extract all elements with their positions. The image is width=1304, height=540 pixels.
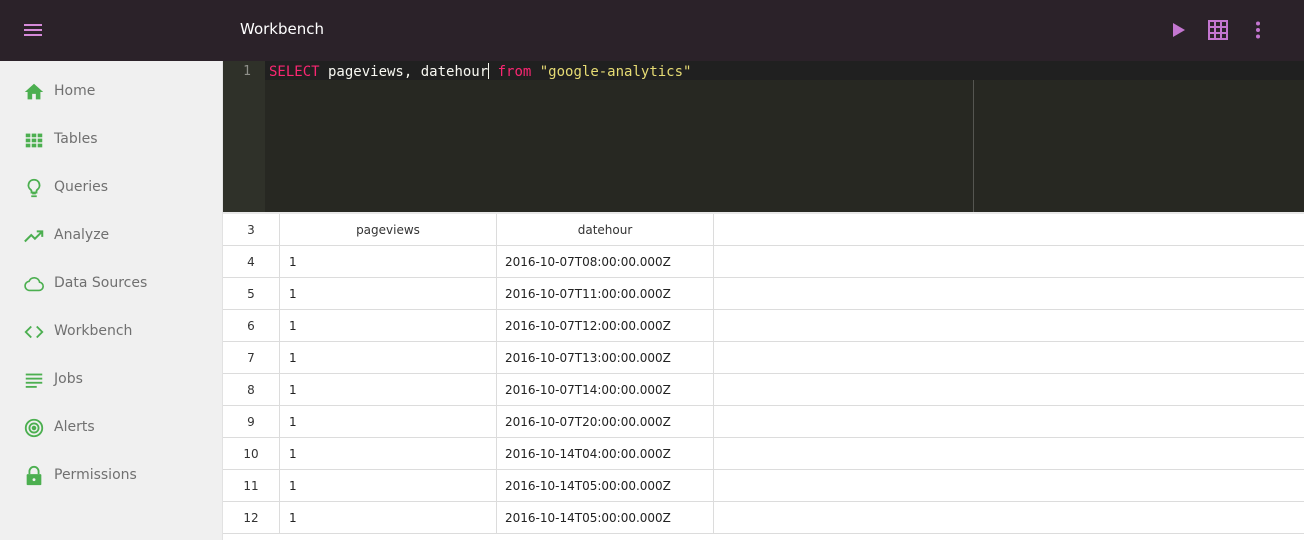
results-grid: 3 pageviews datehour 4 1 2016-10-07T08:0…: [223, 212, 1304, 540]
row-number: 3: [223, 214, 280, 246]
table-grid-icon[interactable]: [1204, 16, 1232, 44]
page-title: Workbench: [240, 20, 324, 38]
sidebar-item-home[interactable]: Home: [0, 68, 223, 116]
cell-datehour[interactable]: 2016-10-14T04:00:00.000Z: [497, 438, 714, 470]
cell-datehour[interactable]: 2016-10-07T14:00:00.000Z: [497, 374, 714, 406]
table-row[interactable]: 4 1 2016-10-07T08:00:00.000Z: [223, 246, 1304, 278]
identifier-token: pageviews, datehour: [319, 64, 489, 80]
row-number: 9: [223, 406, 280, 438]
column-header-pageviews[interactable]: pageviews: [280, 214, 497, 246]
table-row[interactable]: 11 1 2016-10-14T05:00:00.000Z: [223, 470, 1304, 502]
column-header-datehour[interactable]: datehour: [497, 214, 714, 246]
sidebar-item-analyze[interactable]: Analyze: [0, 212, 223, 260]
grid-icon: [25, 133, 43, 148]
sidebar-item-tables[interactable]: Tables: [0, 116, 223, 164]
row-number: 11: [223, 470, 280, 502]
cell-datehour[interactable]: 2016-10-07T13:00:00.000Z: [497, 342, 714, 374]
cell-pageviews[interactable]: 1: [280, 502, 497, 534]
play-icon[interactable]: [1165, 16, 1193, 44]
cell-pageviews[interactable]: 1: [280, 374, 497, 406]
list-icon: [25, 373, 43, 388]
sidebar-item-queries[interactable]: Queries: [0, 164, 223, 212]
cell-pageviews[interactable]: 1: [280, 342, 497, 374]
more-vert-icon[interactable]: [1244, 16, 1272, 44]
hamburger-menu-icon[interactable]: [22, 19, 46, 41]
table-row[interactable]: 5 1 2016-10-07T11:00:00.000Z: [223, 278, 1304, 310]
row-number: 12: [223, 502, 280, 534]
row-number: 5: [223, 278, 280, 310]
cell-pageviews[interactable]: 1: [280, 438, 497, 470]
string-token: "google-analytics": [539, 64, 692, 80]
cell-datehour[interactable]: 2016-10-07T12:00:00.000Z: [497, 310, 714, 342]
sidebar-item-permissions[interactable]: Permissions: [0, 452, 223, 500]
sidebar-item-data-sources[interactable]: Data Sources: [0, 260, 223, 308]
sidebar-item-workbench[interactable]: Workbench: [0, 308, 223, 356]
lock-icon: [26, 465, 42, 486]
sidebar-item-alerts[interactable]: Alerts: [0, 404, 223, 452]
cell-pageviews[interactable]: 1: [280, 310, 497, 342]
sidebar-item-label: Analyze: [54, 227, 110, 243]
cell-datehour[interactable]: 2016-10-07T08:00:00.000Z: [497, 246, 714, 278]
sidebar-item-label: Jobs: [54, 371, 83, 387]
grid-header-row: 3 pageviews datehour: [223, 214, 1304, 246]
table-row[interactable]: 12 1 2016-10-14T05:00:00.000Z: [223, 502, 1304, 534]
sidebar-item-label: Home: [54, 83, 96, 99]
line-number: 1: [243, 64, 251, 79]
trending-up-icon: [24, 230, 44, 243]
table-row[interactable]: 8 1 2016-10-07T14:00:00.000Z: [223, 374, 1304, 406]
table-row[interactable]: 7 1 2016-10-07T13:00:00.000Z: [223, 342, 1304, 374]
home-icon: [24, 83, 44, 100]
cell-pageviews[interactable]: 1: [280, 470, 497, 502]
cell-datehour[interactable]: 2016-10-07T20:00:00.000Z: [497, 406, 714, 438]
cell-datehour[interactable]: 2016-10-14T05:00:00.000Z: [497, 502, 714, 534]
editor-gutter: 1: [223, 61, 265, 212]
sidebar-item-label: Workbench: [54, 323, 133, 339]
sidebar: Home Tables Queries Analyze Data Sources…: [0, 61, 223, 540]
cell-datehour[interactable]: 2016-10-07T11:00:00.000Z: [497, 278, 714, 310]
row-number: 8: [223, 374, 280, 406]
lightbulb-icon: [27, 178, 41, 198]
sidebar-item-label: Permissions: [54, 467, 137, 483]
row-number: 10: [223, 438, 280, 470]
text-cursor: [488, 63, 490, 79]
cell-pageviews[interactable]: 1: [280, 406, 497, 438]
cell-pageviews[interactable]: 1: [280, 278, 497, 310]
sidebar-item-label: Data Sources: [54, 275, 148, 291]
sidebar-item-jobs[interactable]: Jobs: [0, 356, 223, 404]
sidebar-item-label: Tables: [54, 131, 98, 147]
cloud-icon: [24, 276, 44, 292]
row-number: 6: [223, 310, 280, 342]
table-row[interactable]: 6 1 2016-10-07T12:00:00.000Z: [223, 310, 1304, 342]
code-icon: [24, 325, 44, 339]
code-line[interactable]: SELECT pageviews, datehour from "google-…: [269, 63, 691, 80]
sidebar-item-label: Queries: [54, 179, 109, 195]
target-icon: [24, 418, 44, 438]
print-margin: [973, 80, 974, 212]
table-row[interactable]: 9 1 2016-10-07T20:00:00.000Z: [223, 406, 1304, 438]
sql-editor[interactable]: 1 SELECT pageviews, datehour from "googl…: [223, 61, 1304, 212]
keyword-token: from: [497, 64, 532, 80]
table-row[interactable]: 10 1 2016-10-14T04:00:00.000Z: [223, 438, 1304, 470]
cell-pageviews[interactable]: 1: [280, 246, 497, 278]
cell-datehour[interactable]: 2016-10-14T05:00:00.000Z: [497, 470, 714, 502]
top-app-bar: Workbench: [0, 0, 1304, 61]
row-number: 7: [223, 342, 280, 374]
sidebar-item-label: Alerts: [54, 419, 95, 435]
row-number: 4: [223, 246, 280, 278]
keyword-token: SELECT: [269, 64, 320, 80]
